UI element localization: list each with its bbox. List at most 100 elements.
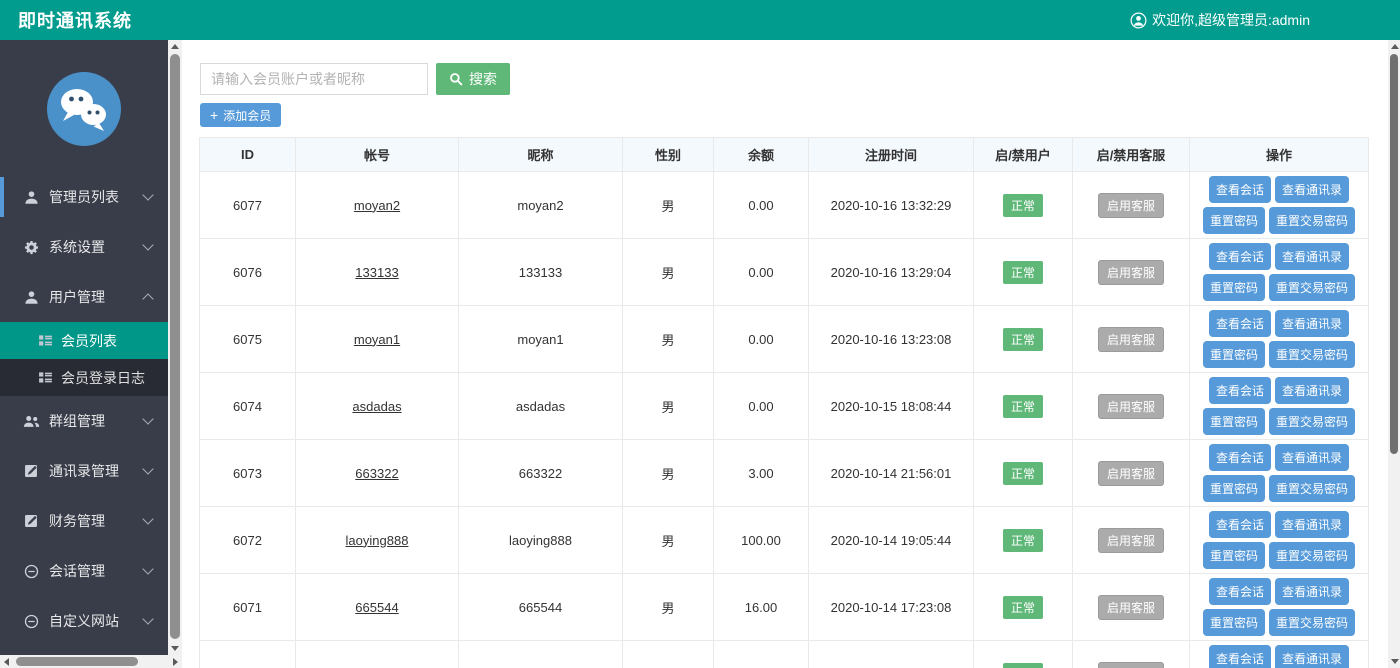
cell-user-status: 正常 [974, 440, 1073, 507]
sidebar-item-session-management[interactable]: 会话管理 [0, 546, 168, 596]
sidebar-item-label: 管理员列表 [49, 187, 119, 207]
scroll-up-arrow[interactable] [1391, 44, 1399, 49]
user-status-badge[interactable]: 正常 [1003, 194, 1043, 217]
sidebar-item-custom-website[interactable]: 自定义网站 [0, 596, 168, 646]
view-session-button[interactable]: 查看会话 [1209, 578, 1271, 605]
column-header: 操作 [1190, 138, 1369, 172]
sidebar-item-finance-management[interactable]: 财务管理 [0, 496, 168, 546]
user-status-badge[interactable]: 正常 [1003, 529, 1043, 552]
reset-password-button[interactable]: 重置密码 [1203, 408, 1265, 435]
cell-gender: 男 [623, 306, 714, 373]
view-contacts-button[interactable]: 查看通讯录 [1275, 176, 1349, 203]
reset-trade-password-button[interactable]: 重置交易密码 [1269, 207, 1355, 234]
cell-registered: 2020-10-16 13:29:04 [809, 239, 974, 306]
user-status-badge[interactable]: 正常 [1003, 663, 1043, 668]
reset-trade-password-button[interactable]: 重置交易密码 [1269, 274, 1355, 301]
scroll-right-arrow[interactable] [173, 658, 178, 666]
sidebar-nav: 管理员列表系统设置用户管理会员列表会员登录日志群组管理通讯录管理财务管理会话管理… [0, 172, 168, 646]
reset-trade-password-button[interactable]: 重置交易密码 [1269, 408, 1355, 435]
add-member-button[interactable]: + 添加会员 [200, 103, 281, 127]
account-link[interactable]: 665544 [355, 600, 398, 615]
service-status-badge[interactable]: 启用客服 [1098, 595, 1164, 620]
view-session-button[interactable]: 查看会话 [1209, 176, 1271, 203]
sidebar-hscrollbar-thumb[interactable] [16, 657, 138, 666]
column-header: 余额 [714, 138, 809, 172]
user-status-badge[interactable]: 正常 [1003, 596, 1043, 619]
main-scrollbar-thumb[interactable] [1390, 54, 1398, 454]
sidebar-item-group-management[interactable]: 群组管理 [0, 396, 168, 446]
search-button[interactable]: 搜索 [436, 63, 510, 95]
sidebar-item-admin-list[interactable]: 管理员列表 [0, 172, 168, 222]
account-link[interactable]: moyan2 [354, 198, 400, 213]
cell-actions: 查看会话查看通讯录重置密码重置交易密码 [1190, 440, 1369, 507]
account-link[interactable]: 663322 [355, 466, 398, 481]
reset-password-button[interactable]: 重置密码 [1203, 341, 1265, 368]
view-contacts-button[interactable]: 查看通讯录 [1275, 444, 1349, 471]
service-status-badge[interactable]: 启用客服 [1098, 528, 1164, 553]
user-status-badge[interactable]: 正常 [1003, 328, 1043, 351]
view-contacts-button[interactable]: 查看通讯录 [1275, 511, 1349, 538]
account-link[interactable]: laoying888 [346, 533, 409, 548]
service-status-badge[interactable]: 启用客服 [1098, 260, 1164, 285]
reset-password-button[interactable]: 重置密码 [1203, 475, 1265, 502]
cell-actions: 查看会话查看通讯录重置密码重置交易密码 [1190, 641, 1369, 668]
sidebar-scrollbar-thumb[interactable] [170, 54, 180, 639]
cell-actions: 查看会话查看通讯录重置密码重置交易密码 [1190, 373, 1369, 440]
reset-password-button[interactable]: 重置密码 [1203, 609, 1265, 636]
view-contacts-button[interactable]: 查看通讯录 [1275, 377, 1349, 404]
account-link[interactable]: 133133 [355, 265, 398, 280]
view-contacts-button[interactable]: 查看通讯录 [1275, 645, 1349, 668]
reset-password-button[interactable]: 重置密码 [1203, 542, 1265, 569]
cell-account: moyan2 [296, 172, 459, 239]
scroll-down-arrow[interactable] [171, 646, 179, 651]
cell-user-status: 正常 [974, 373, 1073, 440]
scroll-down-arrow[interactable] [1391, 659, 1399, 664]
service-status-badge[interactable]: 启用客服 [1098, 461, 1164, 486]
page: 即时通讯系统 欢迎你,超级管理员:admin [0, 0, 1400, 668]
account-link[interactable]: moyan1 [354, 332, 400, 347]
account-link[interactable]: asdadas [352, 399, 401, 414]
sidebar-item-user-management[interactable]: 用户管理 [0, 272, 168, 322]
reset-trade-password-button[interactable]: 重置交易密码 [1269, 475, 1355, 502]
view-session-button[interactable]: 查看会话 [1209, 243, 1271, 270]
user-icon [22, 190, 40, 205]
cell-balance: 3.00 [714, 440, 809, 507]
cell-actions: 查看会话查看通讯录重置密码重置交易密码 [1190, 306, 1369, 373]
cell-gender: 男 [623, 641, 714, 668]
view-contacts-button[interactable]: 查看通讯录 [1275, 243, 1349, 270]
sidebar-subitem-member-list[interactable]: 会员列表 [0, 322, 168, 359]
cell-gender: 男 [623, 507, 714, 574]
service-status-badge[interactable]: 启用客服 [1098, 193, 1164, 218]
cell-balance: 0.00 [714, 306, 809, 373]
search-input[interactable] [200, 63, 428, 95]
sidebar-subitem-member-login-log[interactable]: 会员登录日志 [0, 359, 168, 396]
cell-balance: 0.00 [714, 373, 809, 440]
user-status-badge[interactable]: 正常 [1003, 261, 1043, 284]
view-session-button[interactable]: 查看会话 [1209, 511, 1271, 538]
service-status-badge[interactable]: 启用客服 [1098, 327, 1164, 352]
view-contacts-button[interactable]: 查看通讯录 [1275, 310, 1349, 337]
service-status-badge[interactable]: 启用客服 [1098, 662, 1164, 668]
scroll-up-arrow[interactable] [171, 44, 179, 49]
view-session-button[interactable]: 查看会话 [1209, 444, 1271, 471]
user-status-badge[interactable]: 正常 [1003, 395, 1043, 418]
reset-password-button[interactable]: 重置密码 [1203, 274, 1265, 301]
view-contacts-button[interactable]: 查看通讯录 [1275, 578, 1349, 605]
cell-registered: 2020-10-16 13:32:29 [809, 172, 974, 239]
view-session-button[interactable]: 查看会话 [1209, 645, 1271, 668]
cell-user-status: 正常 [974, 306, 1073, 373]
sidebar-item-system-settings[interactable]: 系统设置 [0, 222, 168, 272]
view-session-button[interactable]: 查看会话 [1209, 310, 1271, 337]
reset-password-button[interactable]: 重置密码 [1203, 207, 1265, 234]
reset-trade-password-button[interactable]: 重置交易密码 [1269, 609, 1355, 636]
reset-trade-password-button[interactable]: 重置交易密码 [1269, 341, 1355, 368]
service-status-badge[interactable]: 启用客服 [1098, 394, 1164, 419]
reset-trade-password-button[interactable]: 重置交易密码 [1269, 542, 1355, 569]
user-status-badge[interactable]: 正常 [1003, 462, 1043, 485]
column-header: ID [200, 138, 296, 172]
view-session-button[interactable]: 查看会话 [1209, 377, 1271, 404]
edit-icon [22, 514, 40, 528]
table-body: 6077moyan2moyan2男0.002020-10-16 13:32:29… [200, 172, 1369, 668]
sidebar-item-contacts-management[interactable]: 通讯录管理 [0, 446, 168, 496]
scroll-left-arrow[interactable] [4, 658, 9, 666]
